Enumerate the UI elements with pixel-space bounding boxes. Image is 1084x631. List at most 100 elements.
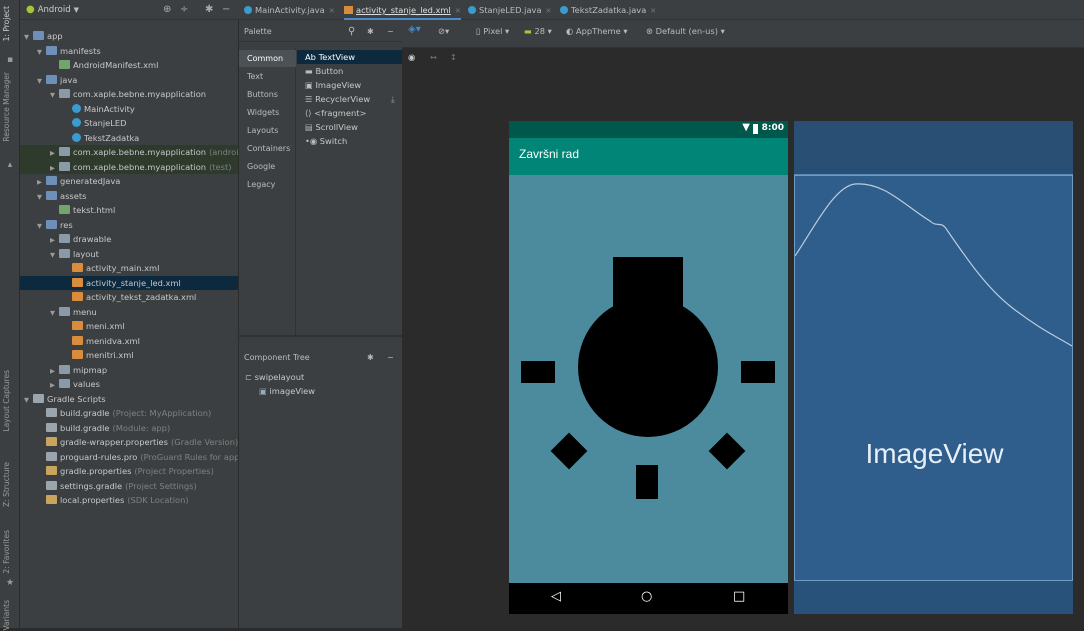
tree-item[interactable]: ▶ values — [20, 377, 238, 392]
tree-item[interactable]: gradle-wrapper.properties (Gradle Version… — [20, 435, 238, 450]
palette-item-scrollview[interactable]: ▤ ScrollView — [305, 120, 358, 134]
tree-item[interactable]: ▶ generatedJava — [20, 174, 238, 189]
favorites-tab[interactable]: 2: Favorites — [2, 530, 11, 574]
tree-item[interactable]: activity_stanje_led.xml — [20, 275, 238, 290]
expand-arrow-icon[interactable]: ▼ — [50, 88, 59, 103]
close-icon[interactable]: ✕ — [329, 7, 335, 15]
device-selector[interactable]: ▯ Pixel ▾ — [476, 26, 509, 36]
expand-arrow-icon[interactable]: ▼ — [37, 190, 46, 205]
tree-item[interactable]: ▶ com.xaple.bebne.myapplication (test) — [20, 159, 238, 176]
tree-item[interactable]: meni.xml — [20, 319, 238, 334]
close-icon[interactable]: ✕ — [650, 7, 656, 15]
orientation-icon[interactable]: ⊘▾ — [438, 26, 449, 36]
design-surface-icon[interactable]: ◈▾ — [408, 24, 421, 35]
collapse-arrow-icon[interactable]: ▶ — [50, 161, 59, 176]
gear-icon[interactable]: ✱ — [205, 4, 213, 15]
tree-item[interactable]: ▶ drawable — [20, 232, 238, 247]
close-icon[interactable]: ✕ — [455, 7, 461, 15]
tree-item[interactable]: build.gradle (Module: app) — [20, 421, 238, 436]
horizontal-resize-icon[interactable]: ↔ — [430, 52, 437, 62]
home-icon[interactable]: ○ — [641, 589, 652, 604]
theme-selector[interactable]: ◐ AppTheme ▾ — [566, 26, 628, 36]
palette-category-layouts[interactable]: Layouts — [239, 122, 296, 139]
palette-category-buttons[interactable]: Buttons — [239, 86, 296, 103]
hide-icon[interactable]: − — [387, 22, 394, 42]
resource-manager-tab[interactable]: Resource Manager — [2, 72, 11, 142]
palette-category-legacy[interactable]: Legacy — [239, 176, 296, 193]
tree-item[interactable]: local.properties (SDK Location) — [20, 493, 238, 508]
palette-item-textview[interactable]: Ab TextView — [297, 50, 403, 64]
tree-item[interactable]: ▼ menu — [20, 305, 238, 320]
collapse-arrow-icon[interactable]: ▶ — [50, 233, 59, 248]
api-selector[interactable]: ▬ 28 ▾ — [524, 26, 552, 36]
palette-item-switch[interactable]: •◉ Switch — [305, 134, 347, 148]
tree-item[interactable]: ▼ app — [20, 29, 238, 44]
close-icon[interactable]: ✕ — [546, 7, 552, 15]
hide-icon[interactable]: − — [222, 4, 230, 15]
tree-item[interactable]: ▼ com.xaple.bebne.myapplication — [20, 87, 238, 102]
back-icon[interactable]: ◁ — [551, 589, 561, 604]
project-tool-tab[interactable]: 1: Project — [2, 6, 11, 41]
tree-item[interactable]: ▼ assets — [20, 189, 238, 204]
palette-item-recyclerview[interactable]: ☰ RecyclerView ⤓ — [305, 92, 395, 106]
palette-category-widgets[interactable]: Widgets — [239, 104, 296, 121]
palette-category-text[interactable]: Text — [239, 68, 296, 85]
expand-arrow-icon[interactable]: ▼ — [24, 393, 33, 408]
expand-arrow-icon[interactable]: ▼ — [50, 306, 59, 321]
build-variants-tab[interactable]: Variants — [2, 600, 11, 631]
image-view-preview[interactable] — [509, 175, 788, 583]
collapse-arrow-icon[interactable]: ▶ — [50, 378, 59, 393]
tree-item[interactable]: ▼ layout — [20, 247, 238, 262]
tree-item[interactable]: ▼ res — [20, 218, 238, 233]
tab-mainactivity[interactable]: MainActivity.java ✕ — [244, 0, 335, 20]
palette-category-containers[interactable]: Containers — [239, 140, 296, 157]
tab-tekstzadatka[interactable]: TekstZadatka.java ✕ — [560, 0, 656, 20]
recents-icon[interactable]: □ — [733, 589, 745, 604]
project-view-selector[interactable]: Android — [38, 5, 71, 15]
tree-item[interactable]: ▼ Gradle Scripts — [20, 392, 238, 407]
chevron-down-icon[interactable]: ▼ — [74, 6, 79, 14]
tree-item[interactable]: menidva.xml — [20, 334, 238, 349]
search-icon[interactable]: ⚲ — [348, 22, 355, 42]
expand-arrow-icon[interactable]: ▼ — [37, 74, 46, 89]
tree-item[interactable]: ▼ manifests — [20, 44, 238, 59]
collapse-arrow-icon[interactable]: ▶ — [50, 364, 59, 379]
gear-icon[interactable]: ✱ — [367, 349, 374, 367]
eye-icon[interactable]: ◉ — [408, 52, 415, 62]
collapse-arrow-icon[interactable]: ▶ — [37, 175, 46, 190]
tree-item[interactable]: tekst.html — [20, 203, 238, 218]
expand-arrow-icon[interactable]: ▼ — [37, 45, 46, 60]
locate-icon[interactable]: ⊕ — [163, 4, 171, 15]
tree-item[interactable]: ▶ com.xaple.bebne.myapplication (androidT — [20, 145, 249, 161]
tree-item[interactable]: MainActivity — [20, 102, 238, 117]
tree-item[interactable]: activity_main.xml — [20, 261, 238, 276]
tree-item[interactable]: AndroidManifest.xml — [20, 58, 238, 73]
expand-arrow-icon[interactable]: ▼ — [37, 219, 46, 234]
tree-item[interactable]: ▼ java — [20, 73, 238, 88]
tree-item[interactable]: StanjeLED — [20, 116, 238, 131]
collapse-arrow-icon[interactable]: ▶ — [50, 146, 59, 161]
layout-captures-tab[interactable]: Layout Captures — [2, 370, 11, 432]
palette-item-fragment[interactable]: ⟨⟩ <fragment> — [305, 106, 366, 120]
tree-item[interactable]: settings.gradle (Project Settings) — [20, 479, 238, 494]
tree-item[interactable]: gradle.properties (Project Properties) — [20, 464, 238, 479]
locale-selector[interactable]: ⊛ Default (en-us) ▾ — [646, 26, 725, 36]
expand-arrow-icon[interactable]: ▼ — [50, 248, 59, 263]
download-icon[interactable]: ⤓ — [391, 92, 395, 106]
vertical-resize-icon[interactable]: ↕ — [450, 52, 457, 62]
tab-activity-stanje-led[interactable]: activity_stanje_led.xml ✕ — [344, 0, 461, 20]
tree-item[interactable]: menitri.xml — [20, 348, 238, 363]
expand-arrow-icon[interactable]: ▼ — [24, 30, 33, 45]
tree-item[interactable]: proguard-rules.pro (ProGuard Rules for ap… — [20, 450, 243, 465]
gear-icon[interactable]: ✱ — [367, 22, 374, 42]
tree-node-imageview[interactable]: ▣ imageView — [259, 385, 315, 398]
tree-item[interactable]: build.gradle (Project: MyApplication) — [20, 406, 238, 421]
structure-tab[interactable]: Z: Structure — [2, 462, 11, 507]
palette-category-google[interactable]: Google — [239, 158, 296, 175]
tree-item[interactable]: ▶ mipmap — [20, 363, 238, 378]
tree-item[interactable]: activity_tekst_zadatka.xml — [20, 290, 238, 305]
hide-icon[interactable]: − — [387, 349, 394, 367]
palette-item-button[interactable]: ▬ Button — [305, 64, 343, 78]
tree-item[interactable]: TekstZadatka — [20, 131, 238, 146]
tab-stanjeled[interactable]: StanjeLED.java ✕ — [468, 0, 551, 20]
